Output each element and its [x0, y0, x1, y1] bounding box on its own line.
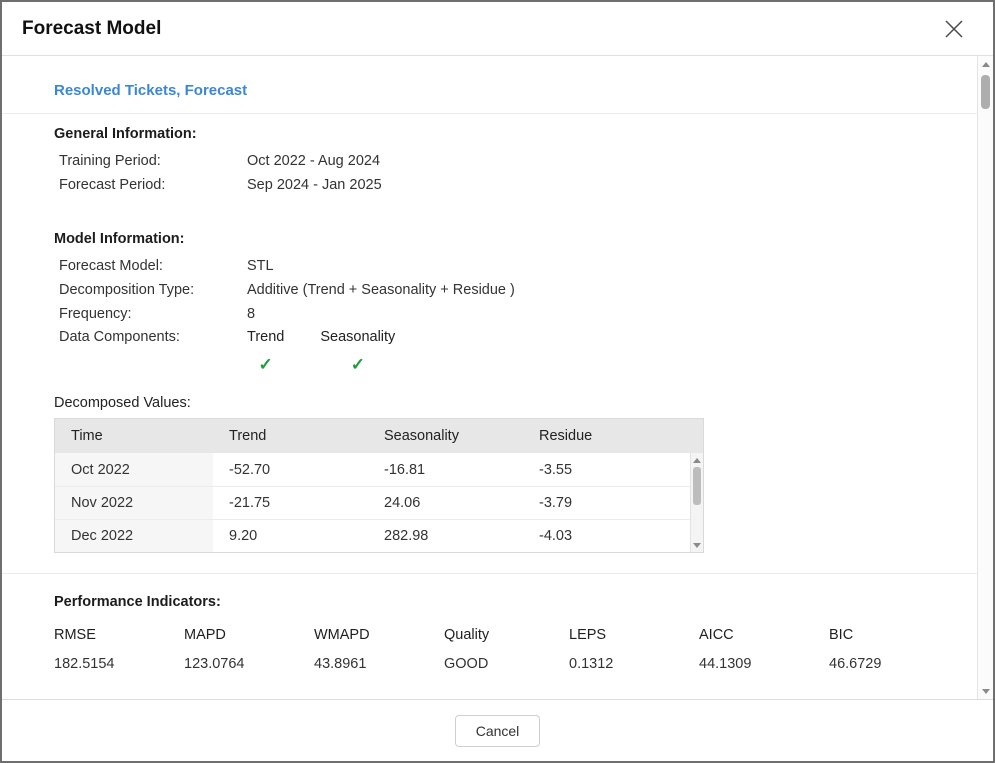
metrics-row: RMSE 182.5154 MAPD 123.0764 WMAPD 43.896…	[54, 627, 977, 672]
cell-time: Nov 2022	[55, 487, 213, 519]
metric-value: 43.8961	[314, 656, 444, 672]
metric-label: WMAPD	[314, 627, 444, 643]
decomposed-values-heading: Decomposed Values:	[54, 395, 977, 411]
general-info-section: General Information: Training Period: Oc…	[54, 126, 977, 197]
metric-value: 123.0764	[184, 656, 314, 672]
metric-value: GOOD	[444, 656, 569, 672]
info-row-forecast-model: Forecast Model: STL	[54, 254, 977, 278]
model-info-section: Model Information: Forecast Model: STL D…	[54, 231, 977, 375]
cell-seasonality: 24.06	[368, 487, 523, 519]
metric-label: LEPS	[569, 627, 699, 643]
data-components-row: Data Components: Trend ✓ Seasonality ✓	[54, 329, 977, 375]
info-row-frequency: Frequency: 8	[54, 302, 977, 326]
column-header-time: Time	[55, 428, 213, 444]
dialog-content: Resolved Tickets, Forecast General Infor…	[2, 56, 977, 699]
model-info-heading: Model Information:	[54, 231, 977, 247]
info-row-training-period: Training Period: Oct 2022 - Aug 2024	[54, 149, 977, 173]
metric-mapd: MAPD 123.0764	[184, 627, 314, 672]
cell-residue: -3.79	[523, 487, 690, 519]
cell-seasonality: -16.81	[368, 453, 523, 486]
table-body: Oct 2022 -52.70 -16.81 -3.55 Nov 2022 -2…	[55, 453, 703, 552]
column-header-seasonality: Seasonality	[368, 428, 523, 444]
component-seasonality-label: Seasonality	[320, 329, 395, 345]
metric-rmse: RMSE 182.5154	[54, 627, 184, 672]
dialog-main: General Information: Training Period: Oc…	[2, 114, 977, 573]
metric-aicc: AICC 44.1309	[699, 627, 829, 672]
performance-section: Performance Indicators: RMSE 182.5154 MA…	[2, 574, 977, 672]
dialog-title: Forecast Model	[22, 18, 161, 40]
dialog-body: Resolved Tickets, Forecast General Infor…	[2, 56, 993, 699]
cancel-button[interactable]: Cancel	[455, 715, 541, 747]
forecast-period-label: Forecast Period:	[54, 173, 247, 197]
frequency-value: 8	[247, 302, 255, 326]
close-button[interactable]	[939, 14, 969, 44]
performance-heading: Performance Indicators:	[54, 594, 977, 610]
forecast-model-value: STL	[247, 254, 274, 278]
info-row-forecast-period: Forecast Period: Sep 2024 - Jan 2025	[54, 173, 977, 197]
dialog-footer: Cancel	[2, 699, 993, 761]
decomposition-type-label: Decomposition Type:	[54, 278, 247, 302]
dialog-header: Forecast Model	[2, 2, 993, 56]
report-row: Resolved Tickets, Forecast	[2, 56, 977, 113]
metric-label: AICC	[699, 627, 829, 643]
component-trend-label: Trend	[247, 329, 284, 345]
component-seasonality: Seasonality ✓	[320, 329, 395, 375]
info-row-decomposition-type: Decomposition Type: Additive (Trend + Se…	[54, 278, 977, 302]
training-period-value: Oct 2022 - Aug 2024	[247, 149, 380, 173]
cell-trend: 9.20	[213, 520, 368, 552]
table-scroll-up-icon[interactable]	[691, 453, 703, 467]
metric-label: BIC	[829, 627, 959, 643]
report-link[interactable]: Resolved Tickets, Forecast	[54, 82, 247, 99]
metric-value: 46.6729	[829, 656, 959, 672]
table-scroll-down-icon[interactable]	[691, 538, 703, 552]
cell-residue: -4.03	[523, 520, 690, 552]
scroll-down-icon[interactable]	[978, 683, 993, 699]
forecast-period-value: Sep 2024 - Jan 2025	[247, 173, 382, 197]
data-components-label: Data Components:	[54, 329, 247, 375]
cell-trend: -52.70	[213, 453, 368, 486]
table-scrollbar[interactable]	[690, 453, 703, 552]
cell-seasonality: 282.98	[368, 520, 523, 552]
frequency-label: Frequency:	[54, 302, 247, 326]
dialog-scrollbar[interactable]	[977, 56, 993, 699]
metric-value: 182.5154	[54, 656, 184, 672]
metric-label: Quality	[444, 627, 569, 643]
column-header-trend: Trend	[213, 428, 368, 444]
metric-bic: BIC 46.6729	[829, 627, 959, 672]
decomposed-values-table: Time Trend Seasonality Residue Oct 2022 …	[54, 418, 704, 553]
forecast-model-label: Forecast Model:	[54, 254, 247, 278]
forecast-model-dialog: Forecast Model Resolved Tickets, Forecas…	[0, 0, 995, 763]
component-trend: Trend ✓	[247, 329, 284, 375]
dialog-scrollbar-thumb[interactable]	[981, 75, 990, 109]
checkmark-icon: ✓	[320, 355, 395, 375]
table-row: Dec 2022 9.20 282.98 -4.03	[55, 519, 690, 552]
general-info-heading: General Information:	[54, 126, 977, 142]
table-row: Nov 2022 -21.75 24.06 -3.79	[55, 486, 690, 519]
cell-residue: -3.55	[523, 453, 690, 486]
metric-value: 0.1312	[569, 656, 699, 672]
cell-time: Dec 2022	[55, 520, 213, 552]
cell-trend: -21.75	[213, 487, 368, 519]
metric-label: MAPD	[184, 627, 314, 643]
decomposition-type-value: Additive (Trend + Seasonality + Residue …	[247, 278, 515, 302]
decomposed-values-section: Decomposed Values: Time Trend Seasonalit…	[54, 395, 977, 553]
metric-wmapd: WMAPD 43.8961	[314, 627, 444, 672]
metric-value: 44.1309	[699, 656, 829, 672]
cell-time: Oct 2022	[55, 453, 213, 486]
training-period-label: Training Period:	[54, 149, 247, 173]
column-header-residue: Residue	[523, 428, 703, 444]
metric-label: RMSE	[54, 627, 184, 643]
metric-leps: LEPS 0.1312	[569, 627, 699, 672]
close-icon	[943, 18, 965, 40]
table-header-row: Time Trend Seasonality Residue	[55, 419, 703, 453]
metric-quality: Quality GOOD	[444, 627, 569, 672]
scroll-up-icon[interactable]	[978, 56, 993, 72]
table-row: Oct 2022 -52.70 -16.81 -3.55	[55, 453, 690, 486]
table-scrollbar-thumb[interactable]	[693, 467, 701, 505]
checkmark-icon: ✓	[247, 355, 284, 375]
